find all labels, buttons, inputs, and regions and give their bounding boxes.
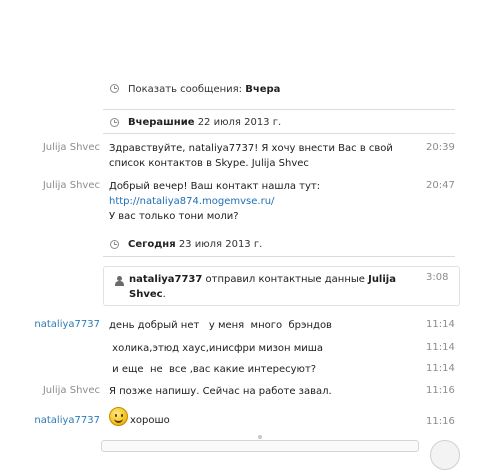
divider bbox=[103, 109, 455, 110]
contact-share-period: . bbox=[162, 289, 166, 300]
resize-grip[interactable] bbox=[258, 435, 262, 439]
message-time: 11:16 bbox=[426, 385, 455, 396]
message-sender[interactable]: Julija Shvec bbox=[43, 180, 100, 191]
clock-icon bbox=[110, 118, 119, 127]
message-link[interactable]: http://nataliya874.mogemvse.ru/ bbox=[109, 196, 274, 207]
divider bbox=[103, 133, 455, 134]
message-sender[interactable]: nataliya7737 bbox=[34, 415, 100, 426]
divider bbox=[103, 256, 455, 257]
day-header-date: 22 июля 2013 г. bbox=[197, 117, 282, 128]
message-time: 11:14 bbox=[426, 342, 455, 353]
message-time: 11:14 bbox=[426, 363, 455, 374]
day-header-yesterday: Вчерашние 22 июля 2013 г. bbox=[128, 117, 281, 128]
day-header-date: 23 июля 2013 г. bbox=[178, 239, 263, 250]
message-input[interactable] bbox=[101, 440, 419, 452]
message-time: 11:16 bbox=[426, 416, 455, 427]
contact-share-action: отправил контактные данные bbox=[202, 274, 369, 285]
contact-share-name-second[interactable]: Shvec bbox=[129, 289, 163, 300]
message-text: холика,этюд хаус,инисфри мизон миша bbox=[109, 343, 324, 354]
send-button[interactable] bbox=[430, 440, 460, 470]
message-sender[interactable]: nataliya7737 bbox=[34, 319, 100, 330]
message-time: 20:39 bbox=[426, 142, 455, 153]
message-text: и еще не все ,вас какие интересуют? bbox=[109, 364, 317, 375]
message-text: день добрый нет у меня много брэндов bbox=[109, 320, 332, 331]
contact-share-text: nataliya7737 отправил контактные данные … bbox=[129, 272, 414, 302]
contact-share-name-first[interactable]: Julija bbox=[368, 274, 396, 285]
message-time: 11:14 bbox=[426, 319, 455, 330]
contact-share-time: 3:08 bbox=[426, 272, 449, 283]
clock-icon bbox=[110, 240, 119, 249]
smiley-icon bbox=[109, 407, 128, 426]
day-header-label: Вчерашние bbox=[128, 117, 195, 128]
day-header-today: Сегодня 23 июля 2013 г. bbox=[128, 239, 262, 250]
message-text: Здравствуйте, nataliya7737! Я хочу внест… bbox=[109, 141, 419, 171]
message-text: Я позже напишу. Сейчас на работе завал. bbox=[109, 386, 332, 397]
show-messages-label: Показать сообщения: bbox=[128, 84, 243, 95]
message-text: хорошо bbox=[130, 415, 170, 426]
message-line: Здравствуйте, nataliya7737! Я хочу внест… bbox=[109, 143, 393, 154]
clock-icon bbox=[110, 84, 119, 93]
show-messages-value[interactable]: Вчера bbox=[245, 84, 280, 95]
message-sender[interactable]: Julija Shvec bbox=[43, 385, 100, 396]
person-icon bbox=[115, 276, 124, 286]
contact-share-card[interactable]: nataliya7737 отправил контактные данные … bbox=[103, 266, 460, 306]
message-text: Добрый вечер! Ваш контакт нашла тут: htt… bbox=[109, 179, 419, 224]
message-line: список контактов в Skype. Julija Shvec bbox=[109, 158, 309, 169]
message-sender[interactable]: Julija Shvec bbox=[43, 142, 100, 153]
message-time: 20:47 bbox=[426, 180, 455, 191]
day-header-label: Сегодня bbox=[128, 239, 176, 250]
message-line: У вас только тони моли? bbox=[109, 211, 239, 222]
message-line: Добрый вечер! Ваш контакт нашла тут: bbox=[109, 181, 321, 192]
contact-share-from[interactable]: nataliya7737 bbox=[129, 274, 202, 285]
show-messages-filter[interactable]: Показать сообщения: Вчера bbox=[128, 84, 280, 95]
